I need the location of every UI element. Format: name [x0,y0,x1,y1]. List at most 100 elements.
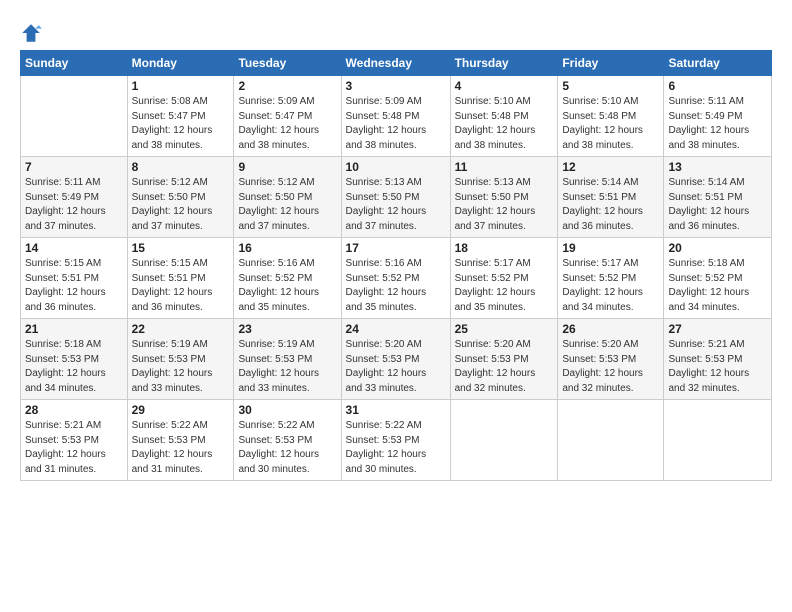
day-number: 15 [132,241,230,255]
day-cell: 19 Sunrise: 5:17 AM Sunset: 5:52 PM Dayli… [558,238,664,319]
day-detail: Sunrise: 5:11 AM Sunset: 5:49 PM Dayligh… [668,95,767,153]
day-detail: Sunrise: 5:14 AM Sunset: 5:51 PM Dayligh… [562,176,659,234]
day-detail: Sunrise: 5:17 AM Sunset: 5:52 PM Dayligh… [562,257,659,315]
day-cell: 26 Sunrise: 5:20 AM Sunset: 5:53 PM Dayli… [558,319,664,400]
day-cell: 5 Sunrise: 5:10 AM Sunset: 5:48 PM Daylig… [558,76,664,157]
day-cell [558,400,664,481]
week-row-3: 14 Sunrise: 5:15 AM Sunset: 5:51 PM Dayli… [21,238,772,319]
day-detail: Sunrise: 5:22 AM Sunset: 5:53 PM Dayligh… [346,419,446,477]
day-cell [450,400,558,481]
day-cell [21,76,128,157]
day-cell: 30 Sunrise: 5:22 AM Sunset: 5:53 PM Dayli… [234,400,341,481]
day-number: 25 [455,322,554,336]
day-detail: Sunrise: 5:20 AM Sunset: 5:53 PM Dayligh… [562,338,659,396]
day-detail: Sunrise: 5:08 AM Sunset: 5:47 PM Dayligh… [132,95,230,153]
day-cell: 6 Sunrise: 5:11 AM Sunset: 5:49 PM Daylig… [664,76,772,157]
day-detail: Sunrise: 5:19 AM Sunset: 5:53 PM Dayligh… [132,338,230,396]
day-number: 30 [238,403,336,417]
day-detail: Sunrise: 5:12 AM Sunset: 5:50 PM Dayligh… [238,176,336,234]
calendar-body: 1 Sunrise: 5:08 AM Sunset: 5:47 PM Daylig… [21,76,772,481]
week-row-1: 1 Sunrise: 5:08 AM Sunset: 5:47 PM Daylig… [21,76,772,157]
day-detail: Sunrise: 5:14 AM Sunset: 5:51 PM Dayligh… [668,176,767,234]
day-cell: 18 Sunrise: 5:17 AM Sunset: 5:52 PM Dayli… [450,238,558,319]
header-cell-saturday: Saturday [664,51,772,76]
day-number: 23 [238,322,336,336]
day-cell: 1 Sunrise: 5:08 AM Sunset: 5:47 PM Daylig… [127,76,234,157]
day-cell: 23 Sunrise: 5:19 AM Sunset: 5:53 PM Dayli… [234,319,341,400]
day-cell: 2 Sunrise: 5:09 AM Sunset: 5:47 PM Daylig… [234,76,341,157]
day-cell: 3 Sunrise: 5:09 AM Sunset: 5:48 PM Daylig… [341,76,450,157]
day-number: 26 [562,322,659,336]
day-detail: Sunrise: 5:16 AM Sunset: 5:52 PM Dayligh… [346,257,446,315]
day-number: 4 [455,79,554,93]
day-number: 27 [668,322,767,336]
day-number: 29 [132,403,230,417]
day-detail: Sunrise: 5:10 AM Sunset: 5:48 PM Dayligh… [562,95,659,153]
week-row-2: 7Sunrise: 5:11 AM Sunset: 5:49 PM Daylig… [21,157,772,238]
day-number: 19 [562,241,659,255]
day-number: 5 [562,79,659,93]
day-number: 16 [238,241,336,255]
day-cell: 14 Sunrise: 5:15 AM Sunset: 5:51 PM Dayli… [21,238,128,319]
header-cell-sunday: Sunday [21,51,128,76]
day-number: 18 [455,241,554,255]
day-detail: Sunrise: 5:09 AM Sunset: 5:48 PM Dayligh… [346,95,446,153]
day-detail: Sunrise: 5:17 AM Sunset: 5:52 PM Dayligh… [455,257,554,315]
day-number: 28 [25,403,123,417]
day-detail: Sunrise: 5:21 AM Sunset: 5:53 PM Dayligh… [668,338,767,396]
day-cell [664,400,772,481]
day-detail: Sunrise: 5:20 AM Sunset: 5:53 PM Dayligh… [346,338,446,396]
day-cell: 9 Sunrise: 5:12 AM Sunset: 5:50 PM Daylig… [234,157,341,238]
logo-icon [20,22,42,44]
day-number: 12 [562,160,659,174]
day-cell: 10 Sunrise: 5:13 AM Sunset: 5:50 PM Dayli… [341,157,450,238]
calendar-header: SundayMondayTuesdayWednesdayThursdayFrid… [21,51,772,76]
day-cell: 7Sunrise: 5:11 AM Sunset: 5:49 PM Daylig… [21,157,128,238]
day-number: 7 [25,160,123,174]
day-detail: Sunrise: 5:19 AM Sunset: 5:53 PM Dayligh… [238,338,336,396]
day-number: 9 [238,160,336,174]
day-cell: 28Sunrise: 5:21 AM Sunset: 5:53 PM Dayli… [21,400,128,481]
day-number: 3 [346,79,446,93]
logo [20,22,46,44]
header-cell-wednesday: Wednesday [341,51,450,76]
day-detail: Sunrise: 5:13 AM Sunset: 5:50 PM Dayligh… [346,176,446,234]
header-cell-monday: Monday [127,51,234,76]
day-detail: Sunrise: 5:15 AM Sunset: 5:51 PM Dayligh… [25,257,123,315]
day-detail: Sunrise: 5:16 AM Sunset: 5:52 PM Dayligh… [238,257,336,315]
day-cell: 17Sunrise: 5:16 AM Sunset: 5:52 PM Dayli… [341,238,450,319]
day-detail: Sunrise: 5:10 AM Sunset: 5:48 PM Dayligh… [455,95,554,153]
day-detail: Sunrise: 5:09 AM Sunset: 5:47 PM Dayligh… [238,95,336,153]
day-number: 21 [25,322,123,336]
day-detail: Sunrise: 5:18 AM Sunset: 5:53 PM Dayligh… [25,338,123,396]
day-number: 14 [25,241,123,255]
day-cell: 8Sunrise: 5:12 AM Sunset: 5:50 PM Daylig… [127,157,234,238]
day-number: 20 [668,241,767,255]
day-cell: 24 Sunrise: 5:20 AM Sunset: 5:53 PM Dayli… [341,319,450,400]
day-cell: 25 Sunrise: 5:20 AM Sunset: 5:53 PM Dayli… [450,319,558,400]
day-cell: 11Sunrise: 5:13 AM Sunset: 5:50 PM Dayli… [450,157,558,238]
day-number: 10 [346,160,446,174]
day-cell: 29Sunrise: 5:22 AM Sunset: 5:53 PM Dayli… [127,400,234,481]
day-cell: 31Sunrise: 5:22 AM Sunset: 5:53 PM Dayli… [341,400,450,481]
header-cell-friday: Friday [558,51,664,76]
week-row-4: 21 Sunrise: 5:18 AM Sunset: 5:53 PM Dayli… [21,319,772,400]
day-number: 1 [132,79,230,93]
day-cell: 22Sunrise: 5:19 AM Sunset: 5:53 PM Dayli… [127,319,234,400]
day-cell: 16 Sunrise: 5:16 AM Sunset: 5:52 PM Dayli… [234,238,341,319]
day-cell: 20 Sunrise: 5:18 AM Sunset: 5:52 PM Dayli… [664,238,772,319]
day-cell: 13 Sunrise: 5:14 AM Sunset: 5:51 PM Dayli… [664,157,772,238]
page: SundayMondayTuesdayWednesdayThursdayFrid… [0,0,792,491]
day-detail: Sunrise: 5:18 AM Sunset: 5:52 PM Dayligh… [668,257,767,315]
day-cell: 27 Sunrise: 5:21 AM Sunset: 5:53 PM Dayli… [664,319,772,400]
day-cell: 15Sunrise: 5:15 AM Sunset: 5:51 PM Dayli… [127,238,234,319]
day-number: 24 [346,322,446,336]
day-detail: Sunrise: 5:12 AM Sunset: 5:50 PM Dayligh… [132,176,230,234]
day-number: 13 [668,160,767,174]
week-row-5: 28Sunrise: 5:21 AM Sunset: 5:53 PM Dayli… [21,400,772,481]
day-detail: Sunrise: 5:22 AM Sunset: 5:53 PM Dayligh… [238,419,336,477]
day-number: 6 [668,79,767,93]
header-cell-thursday: Thursday [450,51,558,76]
day-detail: Sunrise: 5:20 AM Sunset: 5:53 PM Dayligh… [455,338,554,396]
day-number: 2 [238,79,336,93]
